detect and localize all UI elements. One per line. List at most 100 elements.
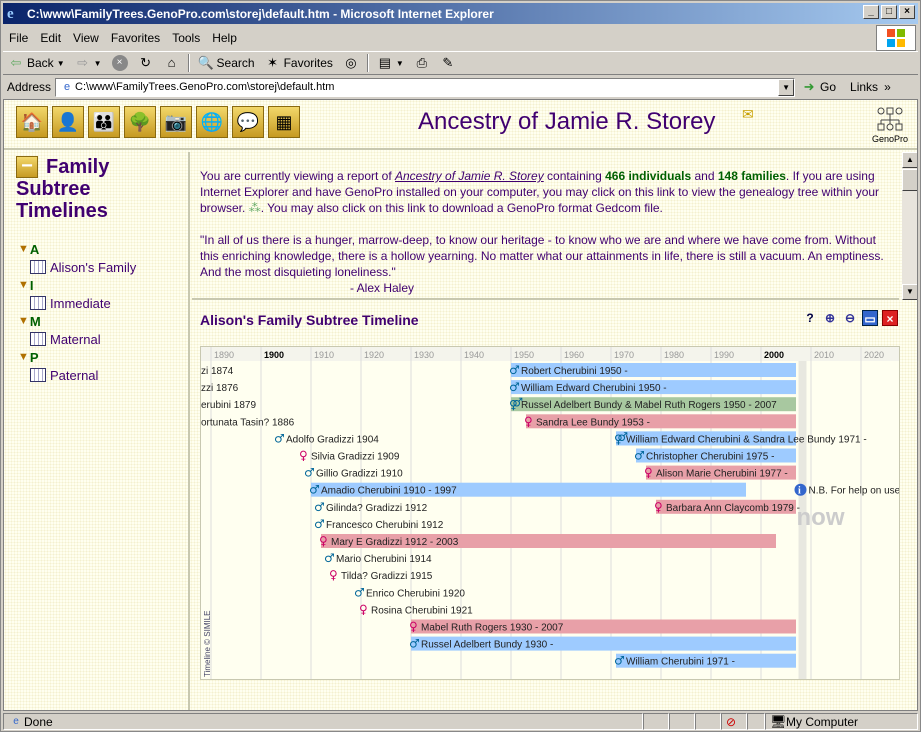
timeline-credit: Timeline © SIMILE: [203, 610, 212, 677]
computer-icon: 🖥: [770, 713, 787, 729]
calendar-icon: [30, 296, 46, 310]
status-done: e Done: [3, 713, 643, 730]
decade-label: 1900: [264, 350, 284, 360]
triangle-icon: ▼: [18, 243, 29, 255]
window-icon[interactable]: ▭: [862, 310, 878, 326]
status-bar: e Done ⊘ 🖥 My Computer: [3, 712, 918, 731]
history-button[interactable]: ▤ ▼: [372, 55, 409, 71]
camera-nav-icon[interactable]: 📷: [160, 106, 192, 138]
home-button[interactable]: ⌂: [159, 55, 185, 71]
menu-favorites[interactable]: Favorites: [105, 31, 166, 45]
tree-link-icon[interactable]: ⁂: [249, 201, 261, 215]
menu-file[interactable]: File: [3, 31, 34, 45]
address-bar: Address e C:\www\FamilyTrees.GenoPro.com…: [3, 76, 918, 98]
forward-button[interactable]: ⇨ ▼: [70, 55, 107, 71]
menu-edit[interactable]: Edit: [34, 31, 67, 45]
forward-arrow-icon: ⇨: [77, 55, 89, 70]
female-icon: ♀: [329, 568, 338, 582]
male-icon: ♂: [354, 585, 365, 599]
edit-button[interactable]: ✎: [435, 55, 461, 71]
event-label: Enrico Cherubini 1920: [366, 588, 465, 599]
favorites-button[interactable]: ✶ Favorites: [260, 55, 338, 71]
group-m[interactable]: ▼ M: [18, 312, 136, 330]
timeline-title: Alison's Family Subtree Timeline: [200, 312, 419, 328]
group-p[interactable]: ▼ P: [18, 348, 136, 366]
scroll-thumb[interactable]: [902, 169, 917, 191]
genopro-tree-icon: [877, 107, 903, 131]
help-icon[interactable]: ?: [802, 310, 818, 326]
address-input[interactable]: e C:\www\FamilyTrees.GenoPro.com\storej\…: [55, 77, 796, 97]
close-timeline-icon[interactable]: ×: [882, 310, 898, 326]
decade-label: 2020: [864, 350, 884, 360]
event-label: Tilda? Gradizzi 1915: [341, 571, 433, 582]
tree-nav-icon[interactable]: 🌳: [124, 106, 156, 138]
menu-view[interactable]: View: [67, 31, 105, 45]
back-button[interactable]: ⇦ Back ▼: [3, 55, 70, 71]
zoom-out-icon[interactable]: ⊖: [842, 310, 858, 326]
go-button[interactable]: ➜ Go: [795, 79, 842, 95]
menu-help[interactable]: Help: [206, 31, 243, 45]
event-label: Silvia Gradizzi 1909: [311, 452, 400, 463]
print-button[interactable]: ⎙: [409, 55, 435, 71]
decade-label: 1890: [214, 350, 234, 360]
timeline-nav-icon[interactable]: ▦: [268, 106, 300, 138]
address-url: C:\www\FamilyTrees.GenoPro.com\storej\de…: [75, 81, 335, 93]
decade-label: 1960: [564, 350, 584, 360]
event-label: Russel Adelbert Bundy 1930 -: [421, 640, 553, 651]
zoom-in-icon[interactable]: ⊕: [822, 310, 838, 326]
scroll-up-button[interactable]: ▲: [902, 152, 917, 168]
address-dropdown-button[interactable]: ▼: [778, 78, 795, 96]
windows-logo: [876, 25, 916, 51]
menu-bar: File Edit View Favorites Tools Help: [3, 28, 873, 48]
maximize-button[interactable]: □: [881, 5, 897, 19]
family-nav-icon[interactable]: 👪: [88, 106, 120, 138]
female-icon: ♀: [319, 534, 328, 548]
search-button[interactable]: 🔍 Search: [193, 55, 260, 71]
site-title: Ancestry of Jamie R. Storey: [418, 108, 716, 135]
female-icon: ♀: [299, 449, 308, 463]
timeline-chart: 1890 1900 1910 1920 1930 1940 1950 1960 1970 1980…: [201, 347, 899, 679]
globe-nav-icon[interactable]: 🌐: [196, 106, 228, 138]
refresh-icon: ↻: [140, 55, 151, 70]
intro-scrollbar[interactable]: ▲ ▼: [902, 152, 917, 300]
sidebar: − Family Subtree Timelines ▼ A Alison's Fa…: [4, 152, 190, 710]
links-button[interactable]: Links: [842, 80, 878, 94]
decade-label: 1920: [364, 350, 384, 360]
minimize-button[interactable]: _: [863, 5, 879, 19]
report-link[interactable]: Ancestry of Jamie R. Storey: [395, 169, 544, 183]
female-icon: ♀: [409, 620, 418, 634]
sidebar-item-alisons-family[interactable]: Alison's Family: [30, 258, 136, 276]
stop-button[interactable]: ×: [107, 55, 133, 71]
sidebar-item-paternal[interactable]: Paternal: [30, 366, 136, 384]
calendar-icon: [30, 260, 46, 274]
male-icon: ♂: [314, 500, 325, 514]
sidebar-item-immediate[interactable]: Immediate: [30, 294, 136, 312]
collapse-icon[interactable]: −: [16, 156, 38, 178]
quote-author: - Alex Haley: [350, 281, 415, 295]
event-label: zzi 1876: [201, 383, 239, 394]
scroll-down-button[interactable]: ▼: [902, 284, 917, 300]
refresh-button[interactable]: ↻: [133, 55, 159, 71]
timeline-box[interactable]: 1890 1900 1910 1920 1930 1940 1950 1960 1970 1980…: [200, 346, 900, 680]
sidebar-item-maternal[interactable]: Maternal: [30, 330, 136, 348]
nav-icons: 🏠 👤 👪 🌳 📷 🌐 💬 ▦: [16, 106, 300, 138]
chat-nav-icon[interactable]: 💬: [232, 106, 264, 138]
info-icon-glyph: i: [798, 486, 801, 497]
links-chevron-icon[interactable]: »: [878, 80, 891, 94]
group-a[interactable]: ▼ A: [18, 240, 136, 258]
individual-nav-icon[interactable]: 👤: [52, 106, 84, 138]
event-label: ortunata Tasin? 1886: [201, 417, 295, 428]
back-arrow-icon: ⇦: [10, 55, 22, 70]
male-icon: ♂: [304, 466, 315, 480]
male-icon: ♂: [614, 654, 625, 668]
menu-tools[interactable]: Tools: [166, 31, 206, 45]
media-button[interactable]: ◎: [338, 55, 364, 71]
close-button[interactable]: ×: [899, 5, 915, 19]
home-nav-icon[interactable]: 🏠: [16, 106, 48, 138]
genopro-logo[interactable]: GenoPro: [872, 106, 908, 144]
event-label: Barbara Ann Claycomb 1979 -: [666, 503, 800, 514]
mail-icon[interactable]: ✉: [742, 106, 754, 123]
decade-label: 1930: [414, 350, 434, 360]
group-i[interactable]: ▼ I: [18, 276, 136, 294]
page-header: 🏠 👤 👪 🌳 📷 🌐 💬 ▦ Ancestry of Jamie R. Sto…: [4, 100, 917, 150]
